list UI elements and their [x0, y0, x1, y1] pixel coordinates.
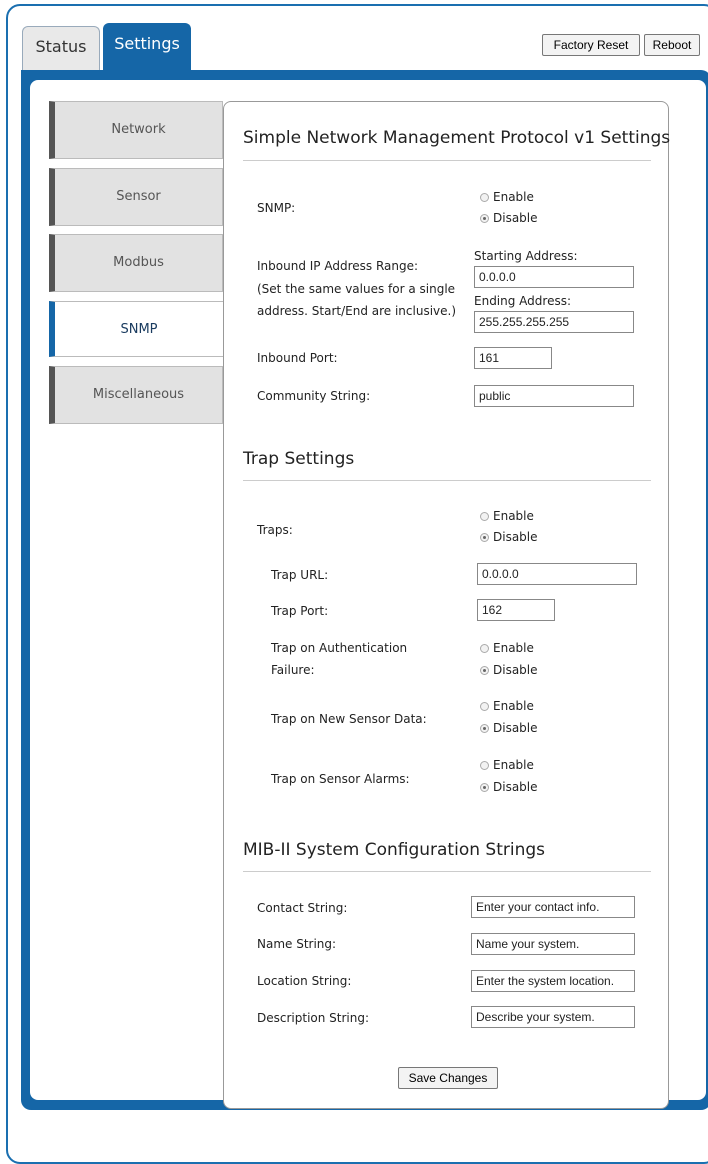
radio-label: Enable [493, 190, 534, 204]
trap-auth-label: Trap on Authentication [271, 641, 408, 655]
ending-address-input[interactable]: 255.255.255.255 [474, 311, 634, 333]
starting-address-label: Starting Address: [474, 249, 578, 263]
snmp-enable-radio[interactable]: Enable [480, 189, 534, 205]
traps-label: Traps: [257, 523, 293, 537]
radio-circle [480, 213, 489, 223]
radio-circle [480, 532, 489, 542]
trap-alarms-disable-radio[interactable]: Disable [480, 779, 538, 795]
radio-circle [480, 701, 489, 711]
section-divider [243, 480, 651, 481]
radio-circle [480, 192, 489, 202]
trap-new-data-label: Trap on New Sensor Data: [271, 712, 427, 726]
trap-url-input[interactable]: 0.0.0.0 [477, 563, 637, 585]
trap-auth-enable-radio[interactable]: Enable [480, 640, 534, 656]
radio-label: Disable [493, 530, 538, 544]
inbound-port-input[interactable]: 161 [474, 347, 552, 369]
radio-circle [480, 760, 489, 770]
radio-label: Enable [493, 641, 534, 655]
sidebar-item-network[interactable]: Network [49, 101, 223, 159]
community-string-input[interactable]: public [474, 385, 634, 407]
trap-port-label: Trap Port: [271, 604, 329, 618]
radio-label: Disable [493, 721, 538, 735]
mib-section-title: MIB-II System Configuration Strings [243, 840, 545, 860]
tab-settings[interactable]: Settings [103, 23, 191, 73]
trap-url-label: Trap URL: [271, 568, 329, 582]
contact-string-label: Contact String: [257, 901, 348, 915]
radio-label: Disable [493, 211, 538, 225]
trap-port-input[interactable]: 162 [477, 599, 555, 621]
tab-status[interactable]: Status [22, 26, 100, 70]
trap-auth-label-2: Failure: [271, 663, 315, 677]
location-string-label: Location String: [257, 974, 352, 988]
trap-new-data-enable-radio[interactable]: Enable [480, 698, 534, 714]
snmp-section-title: Simple Network Management Protocol v1 Se… [243, 128, 671, 148]
ending-address-label: Ending Address: [474, 294, 572, 308]
reboot-button[interactable]: Reboot [644, 34, 700, 56]
inbound-range-label: Inbound IP Address Range: [257, 259, 419, 273]
radio-circle [480, 511, 489, 521]
radio-circle [480, 782, 489, 792]
trap-alarms-label: Trap on Sensor Alarms: [271, 772, 410, 786]
sidebar-item-miscellaneous[interactable]: Miscellaneous [49, 366, 223, 424]
sidebar-item-snmp[interactable]: SNMP [49, 301, 223, 357]
traps-disable-radio[interactable]: Disable [480, 529, 538, 545]
radio-circle [480, 665, 489, 675]
description-string-label: Description String: [257, 1011, 370, 1025]
save-changes-button[interactable]: Save Changes [398, 1067, 498, 1089]
radio-label: Enable [493, 699, 534, 713]
snmp-disable-radio[interactable]: Disable [480, 210, 538, 226]
factory-reset-button[interactable]: Factory Reset [542, 34, 640, 56]
radio-label: Enable [493, 509, 534, 523]
radio-circle [480, 643, 489, 653]
section-divider [243, 871, 651, 872]
radio-label: Disable [493, 663, 538, 677]
inbound-range-hint-1: (Set the same values for a single [257, 282, 456, 296]
inbound-range-hint-2: address. Start/End are inclusive.) [257, 304, 457, 318]
snmp-label: SNMP: [257, 201, 296, 215]
trap-section-title: Trap Settings [243, 449, 355, 469]
name-string-label: Name String: [257, 937, 337, 951]
inbound-port-label: Inbound Port: [257, 351, 338, 365]
traps-enable-radio[interactable]: Enable [480, 508, 534, 524]
radio-label: Enable [493, 758, 534, 772]
radio-label: Disable [493, 780, 538, 794]
section-divider [243, 160, 651, 161]
contact-string-input[interactable]: Enter your contact info. [471, 896, 635, 918]
trap-alarms-enable-radio[interactable]: Enable [480, 757, 534, 773]
starting-address-input[interactable]: 0.0.0.0 [474, 266, 634, 288]
community-string-label: Community String: [257, 389, 371, 403]
sidebar-item-sensor[interactable]: Sensor [49, 168, 223, 226]
trap-auth-disable-radio[interactable]: Disable [480, 662, 538, 678]
location-string-input[interactable]: Enter the system location. [471, 970, 635, 992]
trap-new-data-disable-radio[interactable]: Disable [480, 720, 538, 736]
description-string-input[interactable]: Describe your system. [471, 1006, 635, 1028]
radio-circle [480, 723, 489, 733]
sidebar-item-modbus[interactable]: Modbus [49, 234, 223, 292]
name-string-input[interactable]: Name your system. [471, 933, 635, 955]
